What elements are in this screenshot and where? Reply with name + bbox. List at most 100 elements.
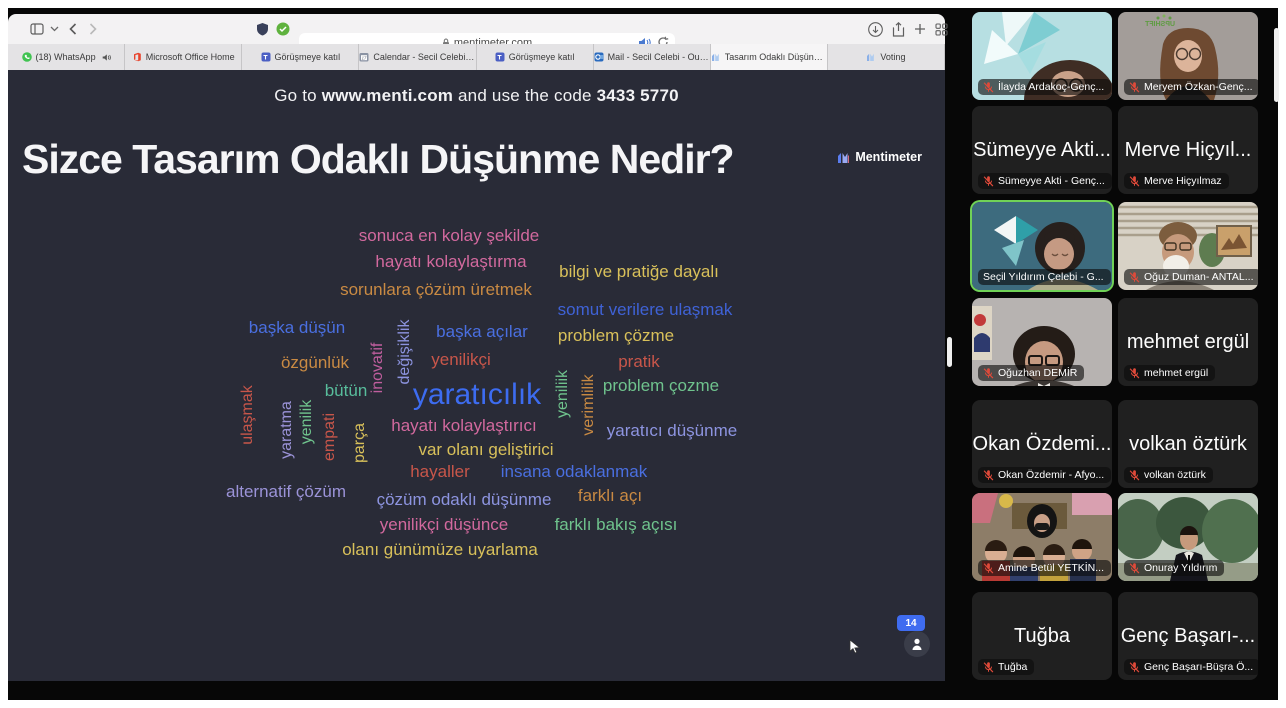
participant-name-label: Okan Özdemir - Afyo... (978, 467, 1111, 483)
browser-tab-4[interactable]: 17 Calendar - Secil Celebi -... (359, 44, 476, 70)
mic-muted-icon (1129, 272, 1140, 283)
participant-name-label: Sümeyye Akti - Genç... (978, 173, 1112, 189)
mentimeter-favicon-icon (711, 52, 721, 62)
participant-tile[interactable]: Amine Betül YETKİN... (972, 493, 1112, 581)
participant-tile[interactable]: Oğuz Duman- ANTAL... (1118, 202, 1258, 290)
participant-name: Seçil Yıldırım Çelebi - G... (983, 271, 1104, 283)
mic-muted-icon (1129, 82, 1140, 93)
participant-name: Oğuz Duman- ANTAL... (1144, 271, 1254, 283)
browser-tab-8[interactable]: Voting (828, 44, 945, 70)
whatsapp-favicon-icon (22, 52, 32, 62)
participant-name: Meryem Özkan-Genç... (1144, 81, 1253, 93)
word-cloud-word: yaratıcı düşünme (607, 421, 737, 441)
tab-overview-button[interactable] (932, 14, 950, 44)
mic-muted-icon (983, 82, 994, 93)
participant-name: Genç Başarı-Büşra Ö... (1144, 661, 1253, 673)
teams-favicon-icon (261, 52, 271, 62)
teams-favicon-icon (495, 52, 505, 62)
back-button[interactable] (66, 14, 80, 44)
chevron-down-icon[interactable] (48, 14, 60, 44)
word-cloud-word: problem çözme (558, 326, 674, 346)
participant-name: Tuğba (998, 661, 1027, 673)
adguard-extension-icon[interactable] (275, 14, 291, 44)
svg-text:17: 17 (362, 55, 367, 60)
share-icon[interactable] (889, 14, 907, 44)
slide-title: Sizce Tasarım Odaklı Düşünme Nedir? (22, 136, 822, 183)
participant-tile[interactable]: Seçil Yıldırım Çelebi - G... (972, 202, 1112, 290)
word-cloud-word: olanı günümüze uyarlama (342, 540, 538, 560)
word-cloud-word: yenilik (298, 400, 316, 444)
participant-tile[interactable]: Onuray Yıldırım (1118, 493, 1258, 581)
word-cloud-word: ulaşmak (239, 385, 257, 445)
mic-muted-icon (1129, 470, 1140, 481)
browser-tab-6[interactable]: Mail - Secil Celebi - Outlo... (594, 44, 711, 70)
mentimeter-slide: Go to www.menti.com and use the code 343… (8, 70, 945, 681)
participant-tile[interactable]: İlayda Ardakoç-Genç... (972, 12, 1112, 100)
word-cloud-word: hayatı kolaylaştırma (375, 252, 526, 272)
participant-name-label: volkan öztürk (1124, 467, 1213, 483)
participant-tile[interactable]: Okan Özdemi...Okan Özdemir - Afyo... (972, 400, 1112, 488)
word-cloud-word: sonuca en kolay şekilde (359, 226, 540, 246)
word-cloud-word: var olanı geliştirici (418, 440, 553, 460)
join-code: 3433 5770 (597, 86, 679, 105)
word-cloud-word: hayaller (410, 462, 470, 482)
participant-tile[interactable]: Sümeyye Akti...Sümeyye Akti - Genç... (972, 106, 1112, 194)
participant-name-label: Genç Başarı-Büşra Ö... (1124, 659, 1258, 675)
word-cloud-word: başka açılar (436, 322, 528, 342)
tab-label: (18) WhatsApp (36, 52, 96, 62)
word-cloud-word: insana odaklanmak (501, 462, 647, 482)
browser-tab-bar: (18) WhatsApp Microsoft Office Home Görüşm… (8, 44, 945, 70)
gallery-scrollbar[interactable] (1274, 28, 1279, 102)
browser-scrollbar[interactable] (947, 337, 952, 367)
participant-count-badge: 14 (897, 615, 925, 631)
tab-label: Görüşmeye katıl (275, 52, 341, 62)
mouse-cursor (849, 639, 862, 659)
tab-label: Calendar - Secil Celebi -... (373, 52, 475, 62)
participant-count-button[interactable] (904, 631, 930, 657)
mic-muted-icon (983, 176, 994, 187)
participant-tile[interactable]: volkan öztürkvolkan öztürk (1118, 400, 1258, 488)
browser-tab-5[interactable]: Görüşmeye katıl (477, 44, 594, 70)
participant-name-label: Onuray Yıldırım (1124, 560, 1224, 576)
participant-name-label: İlayda Ardakoç-Genç... (978, 79, 1111, 95)
mic-muted-icon (983, 470, 994, 481)
browser-tab-3[interactable]: Görüşmeye katıl (242, 44, 359, 70)
mic-muted-icon (1129, 662, 1140, 673)
participant-name-label: Meryem Özkan-Genç... (1124, 79, 1258, 95)
sidebar-toggle-button[interactable] (29, 14, 45, 44)
participant-tile[interactable]: mehmet ergülmehmet ergül (1118, 298, 1258, 386)
browser-toolbar: mentimeter.com (8, 14, 945, 44)
participant-tile[interactable]: UPSHIFTMeryem Özkan-Genç... (1118, 12, 1258, 100)
mentimeter-logo-icon (837, 151, 850, 164)
participant-tile[interactable]: Oğuzhan DEMİR (972, 298, 1112, 386)
mic-muted-icon (1129, 368, 1140, 379)
download-icon[interactable] (866, 14, 884, 44)
participant-name-label: Seçil Yıldırım Çelebi - G... (978, 269, 1111, 285)
forward-button[interactable] (86, 14, 100, 44)
word-cloud-word: sorunlara çözüm üretmek (340, 280, 532, 300)
participant-tile[interactable]: Merve Hiçyıl...Merve Hiçyılmaz (1118, 106, 1258, 194)
word-cloud-word: yenilikçi düşünce (380, 515, 509, 535)
word-cloud-word: farklı bakış açısı (555, 515, 678, 535)
word-cloud-word: alternatif çözüm (226, 482, 346, 502)
participant-tile[interactable]: Genç Başarı-...Genç Başarı-Büşra Ö... (1118, 592, 1258, 680)
word-cloud-word: problem çozme (603, 376, 719, 396)
browser-tab-7[interactable]: Tasarım Odaklı Düşünme?... (711, 44, 828, 70)
browser-tab-1[interactable]: (18) WhatsApp (8, 44, 125, 70)
word-cloud-word: yenilikçi (431, 350, 491, 370)
tab-label: Microsoft Office Home (146, 52, 235, 62)
participant-name: Onuray Yıldırım (1144, 562, 1217, 574)
tab-label: Tasarım Odaklı Düşünme?... (725, 52, 827, 62)
shield-extension-icon[interactable] (254, 14, 270, 44)
participant-name-label: Amine Betül YETKİN... (978, 560, 1111, 576)
mic-muted-icon (983, 662, 994, 673)
new-tab-button[interactable] (911, 14, 929, 44)
join-url: www.menti.com (322, 86, 453, 105)
browser-tab-2[interactable]: Microsoft Office Home (125, 44, 242, 70)
participant-tile[interactable]: TuğbaTuğba (972, 592, 1112, 680)
word-cloud-word: yaratma (278, 401, 296, 459)
tab-audio-indicator-icon (102, 53, 111, 62)
participant-name: Merve Hiçyılmaz (1144, 175, 1222, 187)
person-icon (910, 637, 924, 651)
participant-name-label: Merve Hiçyılmaz (1124, 173, 1229, 189)
